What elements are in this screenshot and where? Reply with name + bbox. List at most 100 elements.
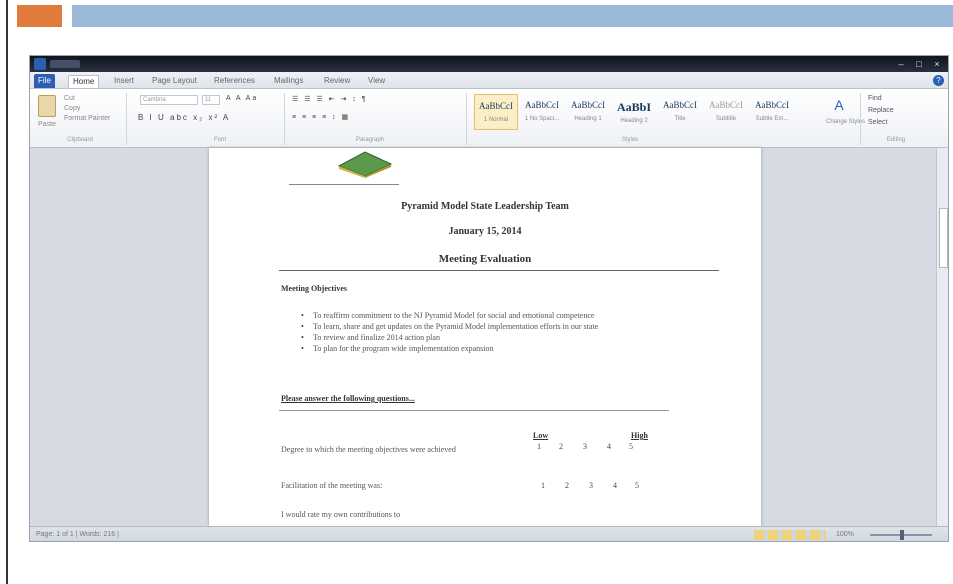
score-5[interactable]: 5	[629, 442, 633, 451]
style-name: Heading 2	[620, 118, 648, 124]
font-name-dropdown[interactable]: Cambria	[140, 95, 198, 105]
alignment-buttons[interactable]: ≡ ≡ ≡ ≡ ↕ ▦	[292, 113, 350, 121]
style-sample: AaBbCcI	[663, 100, 697, 110]
style-sample: AaBbCcI	[479, 101, 513, 111]
copy-button[interactable]: Copy	[64, 105, 80, 112]
group-label-font: Font	[213, 137, 226, 143]
list-item: To learn, share and get updates on the P…	[299, 322, 719, 332]
vertical-scrollbar[interactable]	[936, 148, 948, 526]
style-sample: AaBbCcI	[525, 100, 559, 110]
document-title: Pyramid Model State Leadership Team	[401, 201, 569, 212]
zoom-level[interactable]: 100%	[836, 531, 854, 538]
ribbon-home: Paste Cut Copy Format Painter Clipboard …	[30, 89, 948, 148]
style-name: Subtle Em...	[755, 116, 789, 122]
list-item: To reaffirm commitment to the NJ Pyramid…	[299, 311, 719, 321]
word-window-screenshot: – □ × File Home Insert Page Layout Refer…	[29, 55, 949, 542]
title-bar: – □ ×	[30, 56, 948, 72]
score-5[interactable]: 5	[635, 481, 639, 490]
score-4[interactable]: 4	[607, 442, 611, 451]
font-format-buttons[interactable]: B I U abc x₂ x² A	[138, 113, 230, 122]
left-border-line	[6, 0, 8, 584]
group-separator	[126, 93, 127, 145]
font-grow-shrink-buttons[interactable]: A A Aa	[226, 95, 258, 102]
style-name: 1 Normal	[483, 117, 509, 123]
style-title[interactable]: AaBbCcI Title	[658, 94, 702, 130]
style-heading-1[interactable]: AaBbCcI Heading 1	[566, 94, 610, 130]
scale-low-label: Low	[533, 431, 549, 440]
status-bar: Page: 1 of 1 | Words: 216 | 100%	[30, 526, 948, 541]
style-name: 1 No Spaci...	[524, 116, 560, 122]
tab-view[interactable]: View	[364, 75, 389, 88]
replace-button[interactable]: Replace	[868, 107, 894, 114]
group-separator	[860, 93, 861, 145]
zoom-slider-thumb[interactable]	[900, 530, 904, 540]
quick-access-toolbar[interactable]	[50, 60, 80, 68]
objectives-list: To reaffirm commitment to the NJ Pyramid…	[299, 311, 719, 355]
objectives-heading: Meeting Objectives	[281, 284, 347, 293]
close-icon[interactable]: ×	[928, 58, 946, 70]
slide: – □ × File Home Insert Page Layout Refer…	[0, 0, 953, 584]
style-subtitle[interactable]: AaBbCcI Subtitle	[704, 94, 748, 130]
score-1[interactable]: 1	[537, 442, 541, 451]
questions-rule	[279, 410, 669, 411]
group-label-styles: Styles	[621, 137, 639, 143]
score-1[interactable]: 1	[541, 481, 545, 490]
tab-page-layout[interactable]: Page Layout	[148, 75, 201, 88]
tab-insert[interactable]: Insert	[110, 75, 138, 88]
subtitle-rule	[279, 270, 719, 271]
accent-bar-blue	[72, 5, 953, 27]
minimize-icon[interactable]: –	[892, 58, 910, 70]
tab-home[interactable]: Home	[68, 75, 100, 88]
tab-mailings[interactable]: Mailings	[270, 75, 307, 88]
tab-file[interactable]: File	[34, 74, 55, 88]
status-page-info[interactable]: Page: 1 of 1 | Words: 216 |	[36, 531, 119, 538]
score-3[interactable]: 3	[589, 481, 593, 490]
style-subtle-emphasis[interactable]: AaBbCcI Subtle Em...	[750, 94, 794, 130]
style-sample: AaBbCcI	[755, 100, 789, 110]
maximize-icon[interactable]: □	[910, 58, 928, 70]
find-button[interactable]: Find	[868, 95, 882, 102]
score-2[interactable]: 2	[559, 442, 563, 451]
list-item: To plan for the program wide implementat…	[299, 344, 719, 354]
accent-bar-orange	[17, 5, 62, 27]
help-icon[interactable]: ?	[933, 75, 944, 86]
logo-underline	[289, 184, 399, 185]
change-styles-icon[interactable]: A	[831, 97, 847, 113]
pyramid-logo-icon	[337, 151, 393, 178]
score-2[interactable]: 2	[565, 481, 569, 490]
document-subtitle: Meeting Evaluation	[438, 253, 532, 265]
style-name: Subtitle	[715, 116, 736, 122]
scrollbar-thumb[interactable]	[939, 208, 948, 268]
score-4[interactable]: 4	[613, 481, 617, 490]
style-name: Heading 1	[574, 116, 602, 122]
tab-references[interactable]: References	[210, 75, 259, 88]
style-no-spacing[interactable]: AaBbCcI 1 No Spaci...	[520, 94, 564, 130]
document-page[interactable]: Pyramid Model State Leadership Team Janu…	[209, 148, 761, 526]
ribbon-tab-bar: File Home Insert Page Layout References …	[30, 72, 948, 89]
scale-high-label: High	[631, 431, 648, 440]
word-app-icon[interactable]	[34, 58, 46, 70]
view-buttons[interactable]	[754, 530, 826, 540]
style-heading-2[interactable]: AaBbI Heading 2	[612, 94, 656, 130]
group-label-editing: Editing	[886, 137, 906, 143]
cut-button[interactable]: Cut	[64, 95, 75, 102]
questions-heading: Please answer the following questions...	[281, 394, 415, 403]
style-name: Title	[674, 116, 686, 122]
score-3[interactable]: 3	[583, 442, 587, 451]
document-canvas[interactable]: Pyramid Model State Leadership Team Janu…	[30, 148, 936, 526]
format-painter-button[interactable]: Format Painter	[64, 115, 110, 122]
select-button[interactable]: Select	[868, 119, 887, 126]
style-normal[interactable]: AaBbCcI 1 Normal	[474, 94, 518, 130]
question-1: Degree to which the meeting objectives w…	[281, 445, 456, 454]
style-sample: AaBbCcI	[571, 100, 605, 110]
list-item: To review and finalize 2014 action plan	[299, 333, 719, 343]
font-size-dropdown[interactable]: 11	[202, 95, 220, 105]
paste-button[interactable]: Paste	[38, 121, 56, 128]
style-sample: AaBbCcI	[709, 100, 743, 110]
group-separator	[466, 93, 467, 145]
list-buttons[interactable]: ☰ ☰ ☰ ⇤ ⇥ ↕ ¶	[292, 95, 368, 103]
tab-review[interactable]: Review	[320, 75, 354, 88]
style-sample: AaBbI	[616, 100, 651, 114]
paste-icon[interactable]	[38, 95, 56, 117]
group-label-clipboard: Clipboard	[67, 137, 93, 143]
